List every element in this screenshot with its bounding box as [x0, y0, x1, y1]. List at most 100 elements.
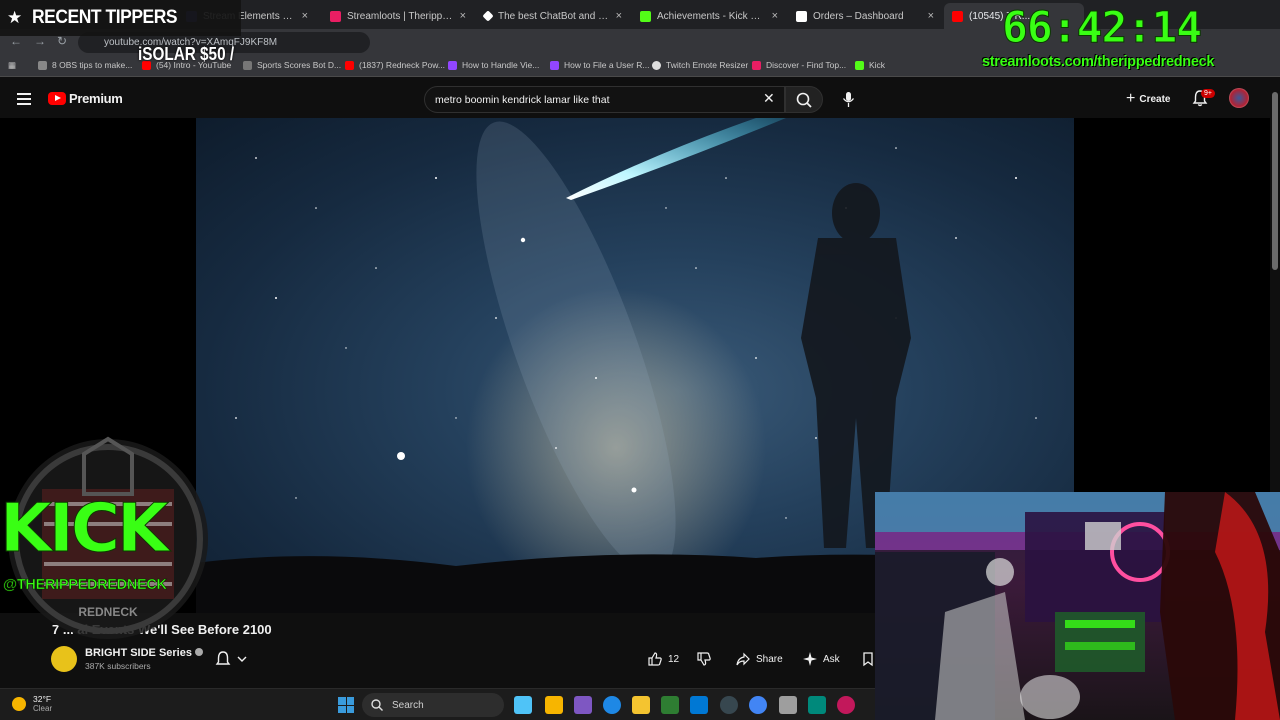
tab-label: Streamloots | Therippedredne... — [347, 10, 454, 22]
moon-icon — [12, 696, 26, 711]
browser-tab[interactable]: Orders – Dashboard × — [788, 3, 942, 29]
store-icon[interactable] — [661, 696, 679, 714]
plus-icon: + — [1126, 90, 1136, 107]
subscription-bell-button[interactable] — [214, 650, 250, 673]
youtube-logo[interactable]: Premium — [48, 91, 123, 106]
brand-label: Premium — [69, 91, 123, 106]
sparkle-icon — [803, 652, 817, 666]
tab-favicon — [796, 10, 807, 22]
search-button[interactable] — [785, 86, 823, 113]
bookmark-label: Discover - Find Top... — [766, 60, 847, 70]
share-button[interactable]: Share — [735, 648, 783, 670]
scrollbar-thumb[interactable] — [1272, 92, 1278, 270]
menu-icon[interactable] — [17, 93, 31, 108]
voice-search-button[interactable] — [835, 86, 862, 113]
windows-start-icon[interactable] — [338, 697, 354, 713]
bookmark-label: Kick — [869, 60, 886, 70]
bookmark-item[interactable]: 8 OBS tips to make... — [38, 60, 132, 70]
twitch-icon — [550, 60, 559, 70]
like-button[interactable]: 12 — [647, 648, 679, 670]
search-query: metro boomin kendrick lamar like that — [435, 93, 610, 106]
tip-entry: iSOLAR $50 / — [138, 44, 235, 64]
close-tab-icon[interactable]: × — [460, 10, 466, 22]
task-view-icon[interactable] — [514, 696, 532, 714]
browser-tab[interactable]: The best ChatBot and Widgets... × — [476, 3, 630, 29]
search-input[interactable]: metro boomin kendrick lamar like that — [424, 86, 785, 113]
share-label: Share — [756, 653, 783, 665]
back-arrow-icon[interactable]: ← — [10, 34, 22, 48]
channel-avatar[interactable] — [51, 646, 77, 672]
tab-label: Achievements - Kick Dashboard — [657, 10, 766, 22]
bookmark-icon — [863, 652, 873, 667]
weather-widget[interactable]: 32°F Clear — [12, 694, 52, 713]
kick-handle: @THERIPPEDREDNECK — [3, 577, 168, 594]
verified-icon — [194, 648, 203, 656]
browser-tab[interactable]: Achievements - Kick Dashboard × — [632, 3, 786, 29]
outlook-icon[interactable] — [690, 696, 708, 714]
webcam-feed-image — [875, 492, 1280, 720]
bookmark-item[interactable]: Kick — [855, 60, 885, 70]
ask-label: Ask — [823, 653, 840, 665]
globe-icon — [652, 60, 661, 70]
streamloots-url: streamloots.com/therippedredneck — [982, 54, 1215, 70]
file-explorer-icon[interactable] — [632, 696, 650, 714]
chrome-icon[interactable] — [749, 696, 767, 714]
tab-label: The best ChatBot and Widgets... — [498, 10, 610, 22]
close-tab-icon[interactable]: × — [772, 10, 778, 22]
dislike-button[interactable] — [696, 648, 717, 670]
tab-label: Orders – Dashboard — [813, 10, 904, 22]
youtube-favicon — [952, 10, 963, 22]
kick-favicon — [640, 10, 651, 22]
bookmark-item[interactable]: (1837) Redneck Pow... — [345, 60, 445, 70]
app-icon[interactable] — [837, 696, 855, 714]
recent-tippers-title: RECENT TIPPERS — [32, 7, 178, 28]
apps-grid-icon[interactable]: ▦ — [8, 60, 16, 71]
bookmark-label: Sports Scores Bot D... — [257, 60, 342, 70]
share-icon — [736, 652, 750, 666]
star-icon: ★ — [7, 8, 23, 27]
close-tab-icon[interactable]: × — [616, 10, 622, 22]
close-tab-icon[interactable]: × — [928, 10, 934, 22]
create-label: Create — [1139, 93, 1171, 105]
ask-button[interactable]: Ask — [802, 648, 840, 670]
close-tab-icon[interactable]: × — [302, 10, 308, 22]
like-count: 12 — [668, 653, 680, 665]
obs-icon[interactable] — [720, 696, 738, 714]
copilot-icon[interactable] — [545, 696, 563, 714]
edge-icon[interactable] — [603, 696, 621, 714]
taskbar-search[interactable]: Search — [362, 693, 504, 717]
bell-chevron-icon — [215, 651, 247, 665]
terminal-icon[interactable] — [808, 696, 826, 714]
taskbar-search-label: Search — [392, 699, 424, 711]
browser-tab[interactable]: Streamloots | Therippedredne... × — [322, 3, 474, 29]
bookmark-label: How to Handle Vie... — [462, 60, 540, 70]
bookmark-label: Twitch Emote Resizer — [666, 60, 749, 70]
account-avatar[interactable] — [1229, 88, 1249, 108]
youtube-play-icon — [48, 92, 66, 105]
channel-name-text: BRIGHT SIDE Series — [85, 647, 192, 659]
emblem-text: REDNECK — [78, 605, 138, 619]
reload-icon[interactable]: ↻ — [57, 34, 67, 48]
search-icon — [796, 92, 812, 108]
teams-icon[interactable] — [574, 696, 592, 714]
bookmark-item[interactable]: How to Handle Vie... — [448, 60, 539, 70]
thumbs-up-icon — [648, 652, 662, 666]
bookmark-item[interactable]: Discover - Find Top... — [752, 60, 846, 70]
clear-search-icon[interactable]: ✕ — [763, 90, 775, 107]
bookmark-item[interactable]: Sports Scores Bot D... — [243, 60, 341, 70]
bookmark-icon — [752, 60, 761, 70]
channel-name[interactable]: BRIGHT SIDE Series — [85, 647, 203, 659]
microphone-icon — [842, 92, 855, 107]
subscriber-count: 387K subscribers — [85, 661, 151, 671]
tab-favicon — [482, 10, 494, 22]
forward-arrow-icon[interactable]: → — [34, 34, 46, 48]
youtube-icon — [345, 60, 354, 70]
notification-count-badge: 9+ — [1201, 89, 1215, 98]
kick-logo-text: KICK — [0, 489, 169, 567]
create-button[interactable]: + Create — [1118, 87, 1178, 111]
bookmark-item[interactable]: Twitch Emote Resizer — [652, 60, 748, 70]
app-icon[interactable] — [779, 696, 797, 714]
thumbs-down-icon — [697, 652, 711, 666]
bookmark-item[interactable]: How to File a User R... — [550, 60, 650, 70]
webcam-overlay — [875, 492, 1280, 720]
